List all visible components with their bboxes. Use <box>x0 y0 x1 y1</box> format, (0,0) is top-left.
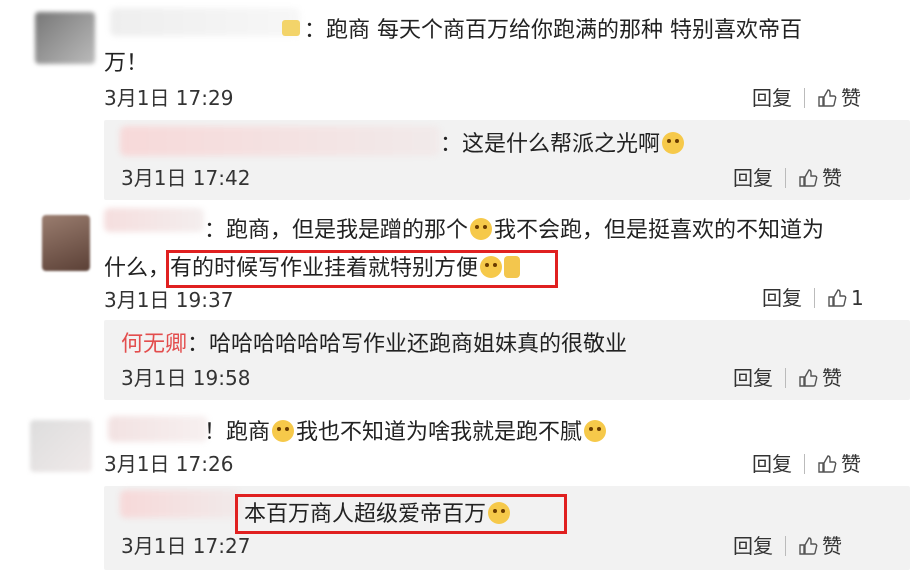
cat-emoji-icon <box>470 218 493 240</box>
divider <box>804 88 805 108</box>
comment-text-line: 万！ <box>104 51 149 76</box>
like-button[interactable]: 赞 <box>822 366 842 390</box>
commenter-name[interactable]: 何无卿 <box>121 332 187 357</box>
reply-button[interactable]: 回复 <box>762 286 802 310</box>
comment-actions: 回复 赞 <box>733 166 842 190</box>
reply-button[interactable]: 回复 <box>752 452 792 476</box>
thumbs-up-icon[interactable] <box>798 368 818 388</box>
comment-actions: 回复 赞 <box>752 86 861 110</box>
comment-text-line: ：跑商 每天个商百万给你跑满的那种 特别喜欢帝百 <box>304 18 802 43</box>
commenter-name-blurred[interactable] <box>108 416 208 442</box>
comment-actions: 回复 1 <box>762 286 864 310</box>
avatar[interactable] <box>35 12 95 64</box>
avatar[interactable] <box>42 215 90 271</box>
thumbs-up-icon[interactable] <box>798 168 818 188</box>
reply-button[interactable]: 回复 <box>752 86 792 110</box>
highlight-frame <box>166 250 558 288</box>
cat-emoji-icon <box>584 420 607 442</box>
like-button[interactable]: 赞 <box>822 534 842 558</box>
reply-button[interactable]: 回复 <box>733 534 773 558</box>
avatar[interactable] <box>30 420 92 472</box>
commenter-name-blurred[interactable] <box>110 8 300 36</box>
divider <box>785 168 786 188</box>
highlight-frame <box>235 494 567 534</box>
timestamp: 3月1日 17:29 <box>104 86 234 110</box>
timestamp: 3月1日 19:58 <box>121 366 251 390</box>
reply-button[interactable]: 回复 <box>733 166 773 190</box>
comment-actions: 回复 赞 <box>733 366 842 390</box>
comment-actions: 回复 赞 <box>733 534 842 558</box>
comment-text-line: ！跑商 我也不知道为啥我就是跑不腻 <box>204 418 608 448</box>
timestamp: 3月1日 17:42 <box>121 166 251 190</box>
like-count[interactable]: 1 <box>851 286 864 310</box>
commenter-name-blurred[interactable] <box>104 208 204 232</box>
thumbs-up-icon[interactable] <box>817 88 837 108</box>
comment-actions: 回复 赞 <box>752 452 861 476</box>
comment-text-line: ：跑商，但是我是蹭的那个 我不会跑，但是挺喜欢的不知道为 <box>204 218 825 243</box>
divider <box>814 288 815 308</box>
reply-text: ：这是什么帮派之光啊 <box>440 130 686 160</box>
emoji-icon <box>282 20 300 36</box>
smile-emoji-icon <box>662 132 685 154</box>
divider <box>785 536 786 556</box>
commenter-name-blurred[interactable] <box>120 490 240 518</box>
like-button[interactable]: 赞 <box>822 166 842 190</box>
reply-button[interactable]: 回复 <box>733 366 773 390</box>
thumbs-up-icon[interactable] <box>817 454 837 474</box>
reply-text: 何无卿：哈哈哈哈哈哈写作业还跑商姐妹真的很敬业 <box>121 332 628 357</box>
like-button[interactable]: 赞 <box>841 86 861 110</box>
timestamp: 3月1日 17:26 <box>104 452 234 476</box>
divider <box>804 454 805 474</box>
timestamp: 3月1日 19:37 <box>104 288 234 312</box>
timestamp: 3月1日 17:27 <box>121 534 251 558</box>
commenter-name-blurred[interactable] <box>120 126 440 156</box>
glasses-emoji-icon <box>272 420 295 442</box>
thumbs-up-icon[interactable] <box>827 288 847 308</box>
like-button[interactable]: 赞 <box>841 452 861 476</box>
divider <box>785 368 786 388</box>
thumbs-up-icon[interactable] <box>798 536 818 556</box>
